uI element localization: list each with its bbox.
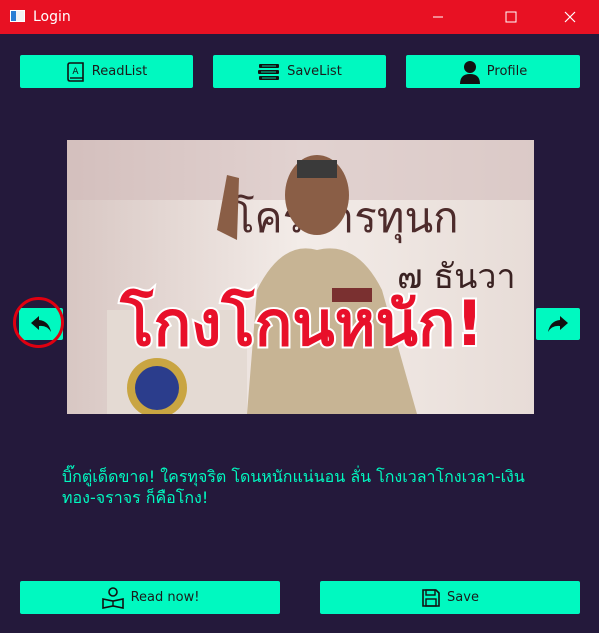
news-caption: บิ๊กตู่เด็ดขาด! ใครทุจริต โดนหนักแน่นอน … <box>62 467 525 507</box>
read-now-label: Read now! <box>130 590 200 605</box>
news-image: โครการทุนก ๗ ธันวา โกงโกนหนัก! <box>67 140 534 414</box>
savelist-label: SaveList <box>287 64 342 79</box>
app-icon <box>10 10 25 22</box>
book-icon: A <box>66 61 84 82</box>
save-label: Save <box>447 590 479 605</box>
user-icon <box>459 60 480 84</box>
profile-button[interactable]: Profile <box>406 55 580 88</box>
readlist-label: ReadList <box>91 64 148 79</box>
minimize-icon <box>433 16 443 18</box>
savelist-button[interactable]: SaveList <box>213 55 386 88</box>
news-photo: โครการทุนก ๗ ธันวา โกงโกนหนัก! <box>67 140 534 414</box>
close-button[interactable] <box>547 0 593 34</box>
profile-label: Profile <box>486 64 528 79</box>
maximize-button[interactable] <box>488 0 534 34</box>
svg-text:A: A <box>72 67 79 77</box>
floppy-save-icon <box>422 588 440 607</box>
maximize-icon <box>505 11 517 23</box>
title-bar: Login <box>0 0 599 34</box>
minimize-button[interactable] <box>415 0 461 34</box>
previous-button[interactable] <box>19 308 63 340</box>
reader-icon <box>101 586 124 609</box>
reply-back-icon <box>31 316 51 332</box>
read-now-button[interactable]: Read now! <box>20 581 280 614</box>
close-icon <box>564 11 576 23</box>
window-title: Login <box>33 9 71 25</box>
readlist-button[interactable]: A ReadList <box>20 55 193 88</box>
share-forward-icon <box>548 316 568 332</box>
books-stack-icon <box>258 63 280 80</box>
headline-overlay: โกงโกนหนัก! <box>119 287 483 360</box>
save-button[interactable]: Save <box>320 581 580 614</box>
next-button[interactable] <box>536 308 580 340</box>
